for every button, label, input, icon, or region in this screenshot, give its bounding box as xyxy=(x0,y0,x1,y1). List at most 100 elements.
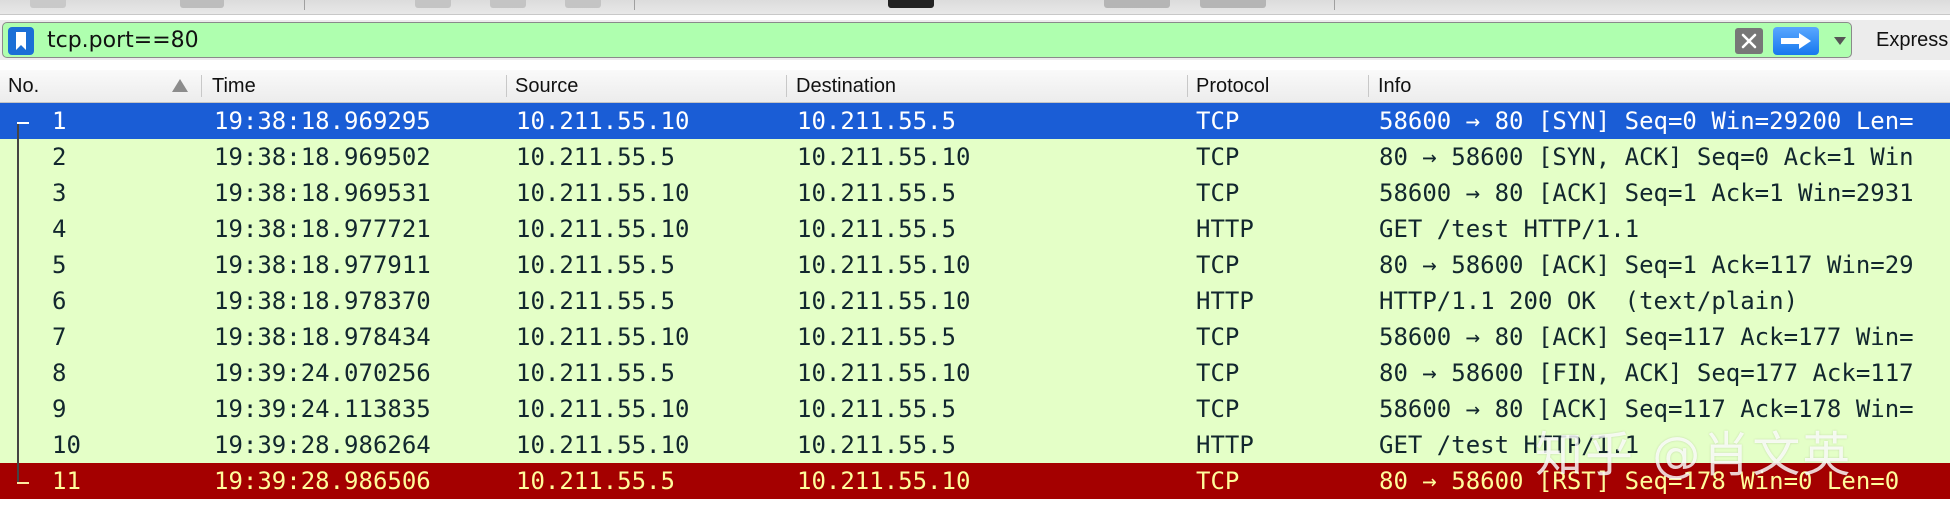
packet-info: 80 → 58600 [FIN, ACK] Seq=177 Ack=117 xyxy=(1379,359,1914,387)
packet-info: GET /test HTTP/1.1 xyxy=(1379,431,1640,459)
packet-source: 10.211.55.10 xyxy=(516,395,690,423)
packet-row[interactable]: 3 19:38:18.969531 10.211.55.10 10.211.55.5 T… xyxy=(0,175,1950,211)
display-filter-input[interactable]: tcp.port==80 xyxy=(47,27,199,55)
related-packet-end-tick xyxy=(17,482,29,484)
packet-number: 5 xyxy=(52,251,67,279)
packet-destination: 10.211.55.5 xyxy=(797,395,956,423)
packet-time: 19:38:18.977911 xyxy=(214,251,431,279)
packet-time: 19:38:18.978370 xyxy=(214,287,431,315)
packet-list-header: No. Time Source Destination Protocol Inf… xyxy=(0,70,1950,103)
toolbar-button[interactable] xyxy=(30,0,66,8)
packet-info: 58600 → 80 [ACK] Seq=117 Ack=177 Win= xyxy=(1379,323,1914,351)
packet-time: 19:39:24.070256 xyxy=(214,359,431,387)
packet-source: 10.211.55.5 xyxy=(516,287,675,315)
packet-number: 6 xyxy=(52,287,67,315)
packet-time: 19:39:24.113835 xyxy=(214,395,431,423)
packet-info: 58600 → 80 [ACK] Seq=1 Ack=1 Win=2931 xyxy=(1379,179,1914,207)
column-separator[interactable] xyxy=(1368,75,1369,97)
display-filter-field[interactable]: tcp.port==80 xyxy=(2,22,1852,58)
packet-source: 10.211.55.5 xyxy=(516,251,675,279)
column-header-info[interactable]: Info xyxy=(1378,70,1938,102)
toolbar-button[interactable] xyxy=(490,0,526,8)
packet-number: 1 xyxy=(52,107,67,135)
toolbar-button[interactable] xyxy=(565,0,601,8)
packet-time: 19:38:18.977721 xyxy=(214,215,431,243)
packet-time: 19:38:18.969295 xyxy=(214,107,431,135)
clear-filter-icon[interactable] xyxy=(1735,28,1763,54)
column-separator[interactable] xyxy=(201,75,202,97)
toolbar-button[interactable] xyxy=(1104,0,1170,8)
packet-number: 9 xyxy=(52,395,67,423)
packet-row[interactable]: 7 19:38:18.978434 10.211.55.10 10.211.55.5 T… xyxy=(0,319,1950,355)
packet-destination: 10.211.55.10 xyxy=(797,143,971,171)
packet-number: 4 xyxy=(52,215,67,243)
packet-protocol: HTTP xyxy=(1196,287,1254,315)
packet-protocol: TCP xyxy=(1196,179,1240,207)
toolbar-button[interactable] xyxy=(1200,0,1266,8)
packet-protocol: TCP xyxy=(1196,143,1240,171)
packet-destination: 10.211.55.5 xyxy=(797,431,956,459)
packet-row[interactable]: 5 19:38:18.977911 10.211.55.5 10.211.55.10 T… xyxy=(0,247,1950,283)
packet-list[interactable]: 1 19:38:18.969295 10.211.55.10 10.211.55.5 T… xyxy=(0,103,1950,522)
packet-row[interactable]: 11 19:39:28.986506 10.211.55.5 10.211.55.10… xyxy=(0,463,1950,499)
packet-protocol: TCP xyxy=(1196,323,1240,351)
related-packet-start-tick xyxy=(17,122,29,124)
toolbar-separator xyxy=(1334,0,1335,10)
column-header-protocol[interactable]: Protocol xyxy=(1196,70,1366,102)
packet-time: 19:38:18.978434 xyxy=(214,323,431,351)
packet-row[interactable]: 9 19:39:24.113835 10.211.55.10 10.211.55.5 T… xyxy=(0,391,1950,427)
packet-info: 80 → 58600 [SYN, ACK] Seq=0 Ack=1 Win xyxy=(1379,143,1914,171)
packet-protocol: TCP xyxy=(1196,107,1240,135)
packet-number: 2 xyxy=(52,143,67,171)
packet-protocol: HTTP xyxy=(1196,215,1254,243)
column-header-source[interactable]: Source xyxy=(515,70,785,102)
filter-history-dropdown-icon[interactable] xyxy=(1831,29,1849,53)
packet-time: 19:38:18.969502 xyxy=(214,143,431,171)
packet-row[interactable]: 2 19:38:18.969502 10.211.55.5 10.211.55.10 T… xyxy=(0,139,1950,175)
packet-info: 58600 → 80 [SYN] Seq=0 Win=29200 Len= xyxy=(1379,107,1914,135)
expression-button[interactable]: Express xyxy=(1876,26,1948,54)
packet-info: HTTP/1.1 200 OK (text/plain) xyxy=(1379,287,1799,315)
packet-source: 10.211.55.5 xyxy=(516,467,675,495)
packet-info: GET /test HTTP/1.1 xyxy=(1379,215,1640,243)
toolbar-button[interactable] xyxy=(888,0,934,8)
packet-time: 19:39:28.986506 xyxy=(214,467,431,495)
packet-info: 58600 → 80 [ACK] Seq=117 Ack=178 Win= xyxy=(1379,395,1914,423)
packet-row[interactable]: 8 19:39:24.070256 10.211.55.5 10.211.55.10 T… xyxy=(0,355,1950,391)
packet-time: 19:39:28.986264 xyxy=(214,431,431,459)
packet-row[interactable]: 6 19:38:18.978370 10.211.55.5 10.211.55.10 H… xyxy=(0,283,1950,319)
packet-source: 10.211.55.10 xyxy=(516,215,690,243)
column-header-no[interactable]: No. xyxy=(8,70,158,102)
column-header-destination[interactable]: Destination xyxy=(796,70,1186,102)
packet-protocol: TCP xyxy=(1196,251,1240,279)
toolbar-button[interactable] xyxy=(415,0,451,8)
packet-number: 8 xyxy=(52,359,67,387)
column-separator[interactable] xyxy=(786,75,787,97)
toolbar-separator xyxy=(634,0,635,10)
column-separator[interactable] xyxy=(506,75,507,97)
packet-source: 10.211.55.10 xyxy=(516,179,690,207)
packet-destination: 10.211.55.5 xyxy=(797,323,956,351)
packet-destination: 10.211.55.5 xyxy=(797,179,956,207)
packet-source: 10.211.55.5 xyxy=(516,359,675,387)
column-separator[interactable] xyxy=(1187,75,1188,97)
related-packet-line xyxy=(17,122,19,482)
bookmark-icon[interactable] xyxy=(8,27,34,55)
packet-source: 10.211.55.5 xyxy=(516,143,675,171)
packet-number: 10 xyxy=(52,431,81,459)
packet-info: 80 → 58600 [ACK] Seq=1 Ack=117 Win=29 xyxy=(1379,251,1914,279)
toolbar-button[interactable] xyxy=(180,0,224,8)
packet-protocol: HTTP xyxy=(1196,431,1254,459)
packet-number: 7 xyxy=(52,323,67,351)
packet-row[interactable]: 4 19:38:18.977721 10.211.55.10 10.211.55.5 H… xyxy=(0,211,1950,247)
packet-row[interactable]: 10 19:39:28.986264 10.211.55.10 10.211.55.5… xyxy=(0,427,1950,463)
column-header-time[interactable]: Time xyxy=(212,70,502,102)
packet-number: 11 xyxy=(52,467,81,495)
packet-row[interactable]: 1 19:38:18.969295 10.211.55.10 10.211.55.5 T… xyxy=(0,103,1950,139)
packet-destination: 10.211.55.5 xyxy=(797,215,956,243)
sort-ascending-icon[interactable] xyxy=(172,79,188,92)
packet-info: 80 → 58600 [RST] Seq=178 Win=0 Len=0 xyxy=(1379,467,1900,495)
packet-destination: 10.211.55.5 xyxy=(797,107,956,135)
apply-filter-arrow-icon[interactable] xyxy=(1773,27,1819,55)
packet-protocol: TCP xyxy=(1196,359,1240,387)
